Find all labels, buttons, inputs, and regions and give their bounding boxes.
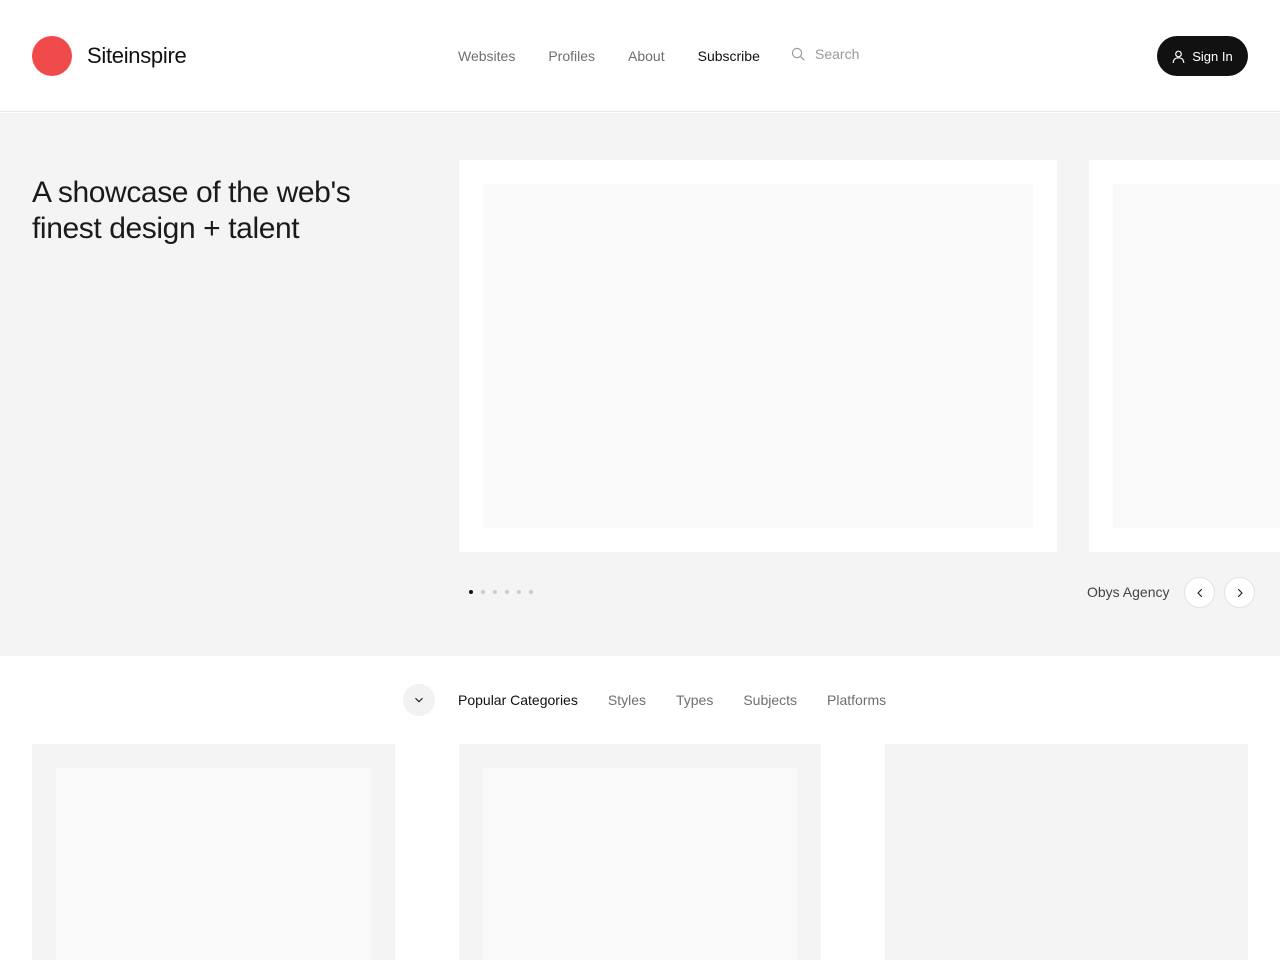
site-header: Siteinspire Websites Profiles About Subs… — [0, 0, 1280, 112]
card-image-placeholder — [56, 768, 371, 960]
nav-item-subscribe[interactable]: Subscribe — [698, 46, 760, 66]
carousel-dot[interactable] — [517, 590, 521, 594]
tab-popular-categories[interactable]: Popular Categories — [458, 690, 578, 710]
categories-toggle-button[interactable] — [403, 684, 435, 716]
site-card[interactable] — [459, 744, 821, 960]
tab-types[interactable]: Types — [676, 690, 713, 710]
card-image-placeholder — [483, 768, 797, 960]
sign-in-button[interactable]: Sign In — [1157, 36, 1248, 76]
search-icon[interactable] — [791, 47, 805, 61]
slide-image-placeholder — [483, 184, 1033, 528]
slide-image-placeholder — [1113, 184, 1280, 528]
chevron-left-icon — [1196, 588, 1202, 597]
site-card[interactable] — [32, 744, 395, 960]
tab-platforms[interactable]: Platforms — [827, 690, 886, 710]
chevron-down-icon — [415, 697, 423, 703]
chevron-right-icon — [1237, 588, 1243, 597]
carousel-prev-button[interactable] — [1184, 577, 1215, 608]
carousel-dots — [469, 590, 541, 594]
nav-item-about[interactable]: About — [628, 46, 665, 66]
tab-subjects[interactable]: Subjects — [743, 690, 797, 710]
search-input[interactable] — [815, 46, 995, 62]
hero-title: A showcase of the web's finest design + … — [32, 176, 351, 245]
featured-slide[interactable] — [459, 160, 1057, 552]
slide-caption[interactable]: Obys Agency — [1087, 583, 1170, 601]
carousel-dot[interactable] — [493, 590, 497, 594]
carousel-dot[interactable] — [529, 590, 533, 594]
next-slide-preview[interactable] — [1089, 160, 1280, 552]
main-nav: Websites Profiles About Subscribe — [458, 46, 793, 66]
brand-name[interactable]: Siteinspire — [87, 42, 187, 70]
carousel-dot[interactable] — [469, 590, 473, 594]
carousel-dot[interactable] — [481, 590, 485, 594]
category-tabs: Popular Categories Styles Types Subjects… — [458, 690, 916, 710]
user-icon — [1172, 50, 1185, 63]
carousel-dot[interactable] — [505, 590, 509, 594]
nav-item-profiles[interactable]: Profiles — [548, 46, 595, 66]
sign-in-label: Sign In — [1192, 48, 1233, 64]
tab-styles[interactable]: Styles — [608, 690, 646, 710]
carousel-next-button[interactable] — [1224, 577, 1255, 608]
search-box — [791, 46, 995, 62]
nav-item-websites[interactable]: Websites — [458, 46, 515, 66]
logo-icon[interactable] — [32, 36, 72, 76]
site-card[interactable] — [885, 744, 1248, 960]
hero-section: A showcase of the web's finest design + … — [0, 113, 1280, 656]
